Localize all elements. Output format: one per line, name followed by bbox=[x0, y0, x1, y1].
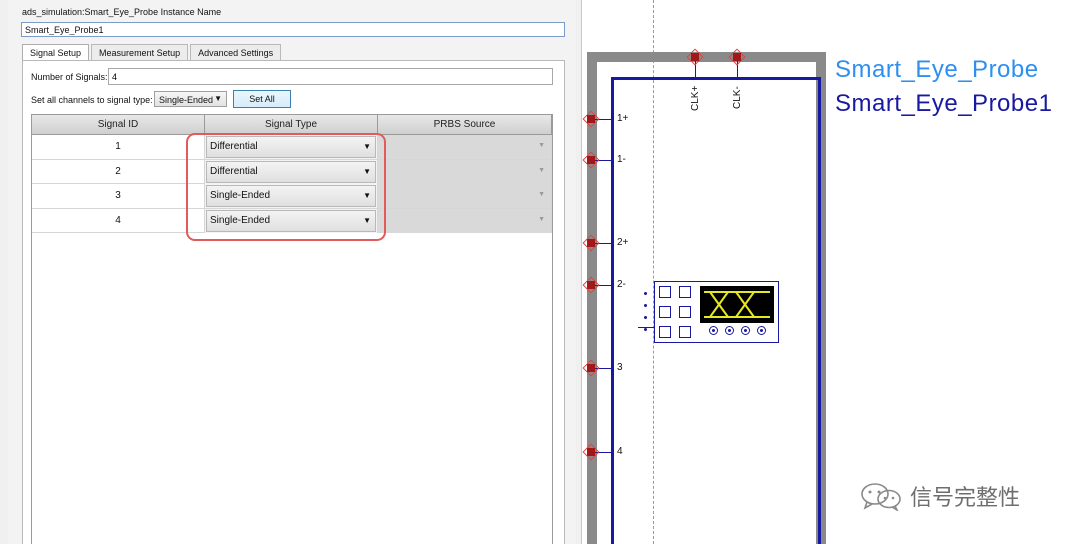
prbs-source-cell[interactable]: ▼ bbox=[378, 184, 552, 208]
instance-name-label: ads_simulation:Smart_Eye_Probe Instance … bbox=[22, 7, 222, 17]
pin-2p-label: 2+ bbox=[617, 237, 629, 248]
watermark: 信号完整性 bbox=[858, 480, 1020, 512]
eye-probe-instrument-icon bbox=[638, 281, 779, 343]
signal-type-highlight bbox=[186, 133, 386, 241]
watermark-text: 信号完整性 bbox=[910, 485, 1021, 510]
connector-dot-icon bbox=[644, 292, 647, 295]
header-prbs-source[interactable]: PRBS Source bbox=[378, 115, 552, 135]
dropdown-arrow-icon: ▼ bbox=[538, 166, 545, 174]
prbs-source-cell[interactable]: ▼ bbox=[378, 208, 552, 233]
set-all-type-select[interactable]: Single-Ended ▼ bbox=[154, 91, 227, 107]
pin-2p[interactable] bbox=[587, 239, 595, 247]
instance-name-label[interactable]: Smart_Eye_Probe1 bbox=[835, 90, 1052, 118]
pin-2n-label: 2- bbox=[617, 279, 626, 290]
table-header: Signal ID Signal Type PRBS Source bbox=[32, 115, 552, 135]
pin-4[interactable] bbox=[587, 448, 595, 456]
instrument-wire bbox=[638, 327, 655, 328]
button-square-icon bbox=[679, 306, 691, 318]
button-square-icon bbox=[659, 306, 671, 318]
number-of-signals-label: Number of Signals: bbox=[31, 72, 108, 82]
pin-2n[interactable] bbox=[587, 281, 595, 289]
button-square-icon bbox=[659, 326, 671, 338]
signal-id-cell: 2 bbox=[32, 159, 205, 184]
pin-1n[interactable] bbox=[587, 156, 595, 164]
prbs-source-cell[interactable]: ▼ bbox=[378, 135, 552, 159]
tab-advanced-settings[interactable]: Advanced Settings bbox=[190, 44, 282, 60]
clk-minus-label: CLK- bbox=[732, 86, 743, 109]
pin-3[interactable] bbox=[587, 364, 595, 372]
component-name-label: Smart_Eye_Probe bbox=[835, 56, 1039, 83]
knob-icon bbox=[757, 326, 766, 335]
clk-plus-pin[interactable] bbox=[691, 53, 699, 61]
dropdown-arrow-icon: ▼ bbox=[538, 191, 545, 198]
dropdown-arrow-icon: ▼ bbox=[214, 94, 222, 103]
button-square-icon bbox=[679, 286, 691, 298]
pin-1p[interactable] bbox=[587, 115, 595, 123]
set-all-button[interactable]: Set All bbox=[233, 90, 291, 108]
dropdown-arrow-icon: ▼ bbox=[538, 142, 545, 149]
knob-icon bbox=[725, 326, 734, 335]
connector-dot-icon bbox=[644, 328, 647, 331]
clk-plus-label: CLK+ bbox=[690, 85, 701, 111]
connector-dot-icon bbox=[644, 316, 647, 319]
wechat-icon bbox=[861, 483, 901, 511]
pin-1n-label: 1- bbox=[617, 154, 626, 165]
signal-id-cell: 4 bbox=[32, 208, 205, 233]
knob-icon bbox=[709, 326, 718, 335]
header-signal-type[interactable]: Signal Type bbox=[205, 115, 378, 135]
tab-measurement-setup[interactable]: Measurement Setup bbox=[91, 44, 189, 60]
signal-id-cell: 1 bbox=[32, 135, 205, 159]
set-all-type-value: Single-Ended bbox=[159, 95, 214, 105]
signal-id-cell: 3 bbox=[32, 184, 205, 208]
button-square-icon bbox=[659, 286, 671, 298]
connector-dot-icon bbox=[644, 304, 647, 307]
header-signal-id[interactable]: Signal ID bbox=[32, 115, 205, 135]
eye-diagram-icon bbox=[704, 291, 770, 318]
set-all-label: Set all channels to signal type: bbox=[31, 95, 153, 105]
button-square-icon bbox=[679, 326, 691, 338]
pin-3-label: 3 bbox=[617, 362, 623, 373]
dropdown-arrow-icon: ▼ bbox=[538, 215, 545, 223]
knob-icon bbox=[741, 326, 750, 335]
pin-1p-label: 1+ bbox=[617, 113, 629, 124]
number-of-signals-field[interactable] bbox=[108, 68, 553, 85]
settings-tabs: Signal Setup Measurement Setup Advanced … bbox=[22, 44, 283, 61]
eye-diagram-screen-icon bbox=[700, 286, 774, 323]
prbs-source-cell[interactable]: ▼ bbox=[378, 159, 552, 184]
pin-4-label: 4 bbox=[617, 446, 623, 457]
tab-signal-setup[interactable]: Signal Setup bbox=[22, 44, 90, 61]
instance-name-field[interactable] bbox=[21, 22, 565, 37]
clk-minus-pin[interactable] bbox=[733, 53, 741, 61]
